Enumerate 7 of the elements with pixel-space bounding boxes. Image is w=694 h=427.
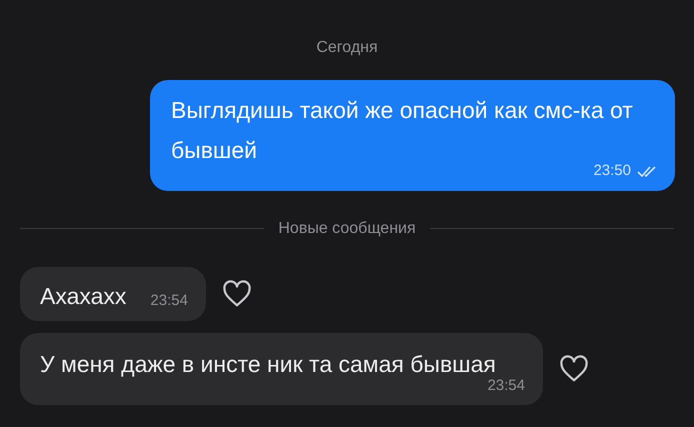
heart-icon[interactable] — [222, 280, 252, 308]
date-separator: Сегодня — [316, 38, 378, 58]
message-text: Ахахахх — [40, 282, 126, 310]
message-time: 23:50 — [593, 161, 631, 181]
message-time: 23:54 — [150, 291, 188, 311]
heart-icon[interactable] — [559, 354, 589, 383]
new-messages-divider: Новые сообщения — [278, 218, 416, 238]
